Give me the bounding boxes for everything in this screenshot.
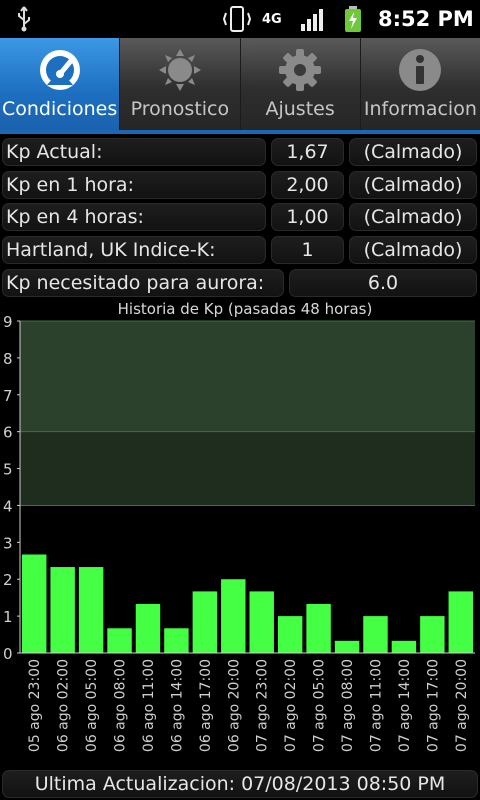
row-label: Kp necesitado para aurora: <box>2 269 284 297</box>
y-tick-label: 4 <box>3 497 13 515</box>
x-tick-label: 06 ago 11:00 <box>141 659 157 752</box>
row-kp-actual: Kp Actual: 1,67 (Calmado) <box>0 138 480 168</box>
chart-bar <box>78 567 104 653</box>
signal-strength-icon <box>300 0 328 38</box>
chart-bar <box>221 579 246 653</box>
network-type-icon: 4G <box>262 11 282 27</box>
tab-label: Ajustes <box>265 98 335 120</box>
row-value: 1,00 <box>271 203 344 231</box>
chart-bar <box>135 603 161 653</box>
last-update: Ultima Actualizacion: 07/08/2013 08:50 P… <box>2 770 478 798</box>
x-tick-label: 07 ago 02:00 <box>283 659 299 752</box>
status-bar: 4G 8:52 PM <box>0 0 480 38</box>
clock: 8:52 PM <box>378 7 474 31</box>
tab-label: Pronostico <box>130 98 230 120</box>
usb-icon <box>16 0 32 38</box>
y-tick-label: 8 <box>3 350 13 368</box>
row-status: (Calmado) <box>349 171 477 199</box>
x-tick-label: 07 ago 14:00 <box>397 659 413 752</box>
row-status: (Calmado) <box>349 138 477 166</box>
chart-bar <box>420 616 445 653</box>
row-label: Kp en 4 horas: <box>2 203 266 231</box>
tab-label: Condiciones <box>1 98 118 120</box>
tab-informacion[interactable]: Informacion <box>359 38 480 130</box>
x-tick-label: 06 ago 08:00 <box>113 659 129 752</box>
y-tick-label: 9 <box>3 316 13 331</box>
x-tick-label: 07 ago 20:00 <box>454 659 470 752</box>
battery-charging-icon <box>344 0 362 38</box>
chart-bar <box>192 591 218 653</box>
chart-bar <box>22 554 47 653</box>
x-tick-label: 06 ago 02:00 <box>56 659 72 752</box>
x-tick-label: 05 ago 23:00 <box>27 659 43 752</box>
x-tick-label: 07 ago 23:00 <box>255 659 271 752</box>
chart-bar <box>50 567 75 653</box>
row-aurora-kp: Kp necesitado para aurora: 6.0 <box>0 269 480 299</box>
x-tick-label: 07 ago 11:00 <box>368 659 384 752</box>
chart-bar <box>277 616 303 653</box>
gauge-icon <box>37 46 83 94</box>
row-value: 1 <box>271 236 344 264</box>
tab-bar: Condiciones Pronostico Ajustes Informaci… <box>0 38 480 130</box>
x-tick-label: 07 ago 05:00 <box>312 659 328 752</box>
chart-bar <box>306 603 331 653</box>
tab-ajustes[interactable]: Ajustes <box>239 38 360 130</box>
chart-bar <box>334 640 360 653</box>
y-tick-label: 5 <box>3 461 13 479</box>
info-icon <box>397 46 443 94</box>
chart-bar <box>448 591 473 653</box>
row-value: 6.0 <box>289 269 477 297</box>
row-status: (Calmado) <box>349 236 477 264</box>
row-label: Kp Actual: <box>2 138 266 166</box>
sun-icon <box>157 46 203 94</box>
chart-bar <box>249 591 274 653</box>
row-value: 1,67 <box>271 138 344 166</box>
chart-bar <box>363 616 388 653</box>
x-tick-label: 07 ago 17:00 <box>425 659 441 752</box>
tab-label: Informacion <box>363 98 477 120</box>
y-tick-label: 0 <box>3 645 13 663</box>
kp-history-chart: 0 1 2 3 4 5 6 7 8 9 05 ago 23:00 06 ago 02:00 06 ago… <box>3 316 475 752</box>
row-label: Kp en 1 hora: <box>2 171 266 199</box>
y-tick-label: 6 <box>3 424 13 442</box>
x-tick-label: 06 ago 20:00 <box>226 659 242 752</box>
chart-bar <box>107 628 132 653</box>
row-label: Hartland, UK Indice-K: <box>2 236 266 264</box>
row-status: (Calmado) <box>349 203 477 231</box>
screen-rotation-icon <box>222 0 252 38</box>
gear-icon <box>277 46 323 94</box>
x-tick-label: 07 ago 08:00 <box>340 659 356 752</box>
chart-band <box>20 431 475 506</box>
tab-indicator <box>0 130 480 134</box>
row-kp-4h: Kp en 4 horas: 1,00 (Calmado) <box>0 203 480 233</box>
tab-pronostico[interactable]: Pronostico <box>119 38 239 130</box>
x-tick-label: 06 ago 14:00 <box>169 659 185 752</box>
row-kp-1h: Kp en 1 hora: 2,00 (Calmado) <box>0 171 480 201</box>
y-tick-label: 1 <box>3 608 13 626</box>
chart-bar <box>164 628 189 653</box>
row-hartland-k: Hartland, UK Indice-K: 1 (Calmado) <box>0 236 480 266</box>
x-tick-label: 06 ago 05:00 <box>84 659 100 752</box>
x-tick-label: 06 ago 17:00 <box>198 659 214 752</box>
y-tick-label: 7 <box>3 387 13 405</box>
chart-bar <box>391 640 417 653</box>
tab-condiciones[interactable]: Condiciones <box>0 38 120 130</box>
row-value: 2,00 <box>271 171 344 199</box>
y-tick-label: 3 <box>3 534 13 552</box>
chart-band <box>20 321 475 432</box>
y-tick-label: 2 <box>3 571 13 589</box>
